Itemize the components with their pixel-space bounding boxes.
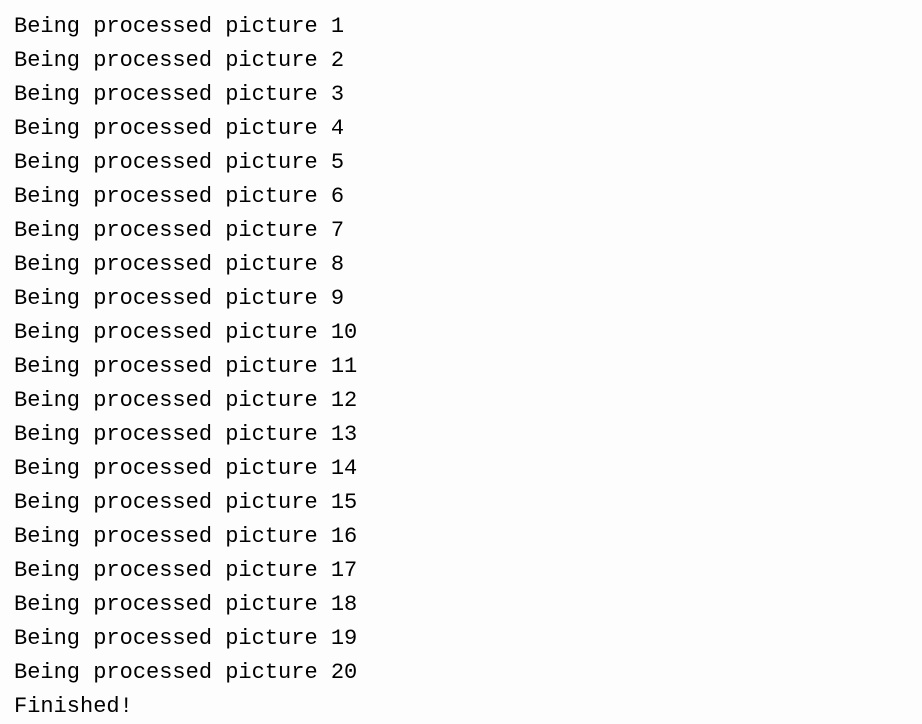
console-line: Finished! bbox=[14, 690, 922, 724]
console-line: Being processed picture 16 bbox=[14, 520, 922, 554]
console-line: Being processed picture 9 bbox=[14, 282, 922, 316]
console-line: Being processed picture 7 bbox=[14, 214, 922, 248]
console-line: Being processed picture 19 bbox=[14, 622, 922, 656]
console-line: Being processed picture 6 bbox=[14, 180, 922, 214]
console-line: Being processed picture 17 bbox=[14, 554, 922, 588]
console-line: Being processed picture 5 bbox=[14, 146, 922, 180]
console-line: Being processed picture 11 bbox=[14, 350, 922, 384]
console-line: Being processed picture 15 bbox=[14, 486, 922, 520]
console-line: Being processed picture 10 bbox=[14, 316, 922, 350]
console-line: Being processed picture 1 bbox=[14, 10, 922, 44]
console-line: Being processed picture 12 bbox=[14, 384, 922, 418]
console-line: Being processed picture 8 bbox=[14, 248, 922, 282]
console-line: Being processed picture 20 bbox=[14, 656, 922, 690]
console-line: Being processed picture 18 bbox=[14, 588, 922, 622]
console-line: Being processed picture 13 bbox=[14, 418, 922, 452]
console-line: Being processed picture 14 bbox=[14, 452, 922, 486]
console-output: Being processed picture 1 Being processe… bbox=[14, 10, 922, 724]
console-line: Being processed picture 2 bbox=[14, 44, 922, 78]
console-line: Being processed picture 3 bbox=[14, 78, 922, 112]
console-line: Being processed picture 4 bbox=[14, 112, 922, 146]
